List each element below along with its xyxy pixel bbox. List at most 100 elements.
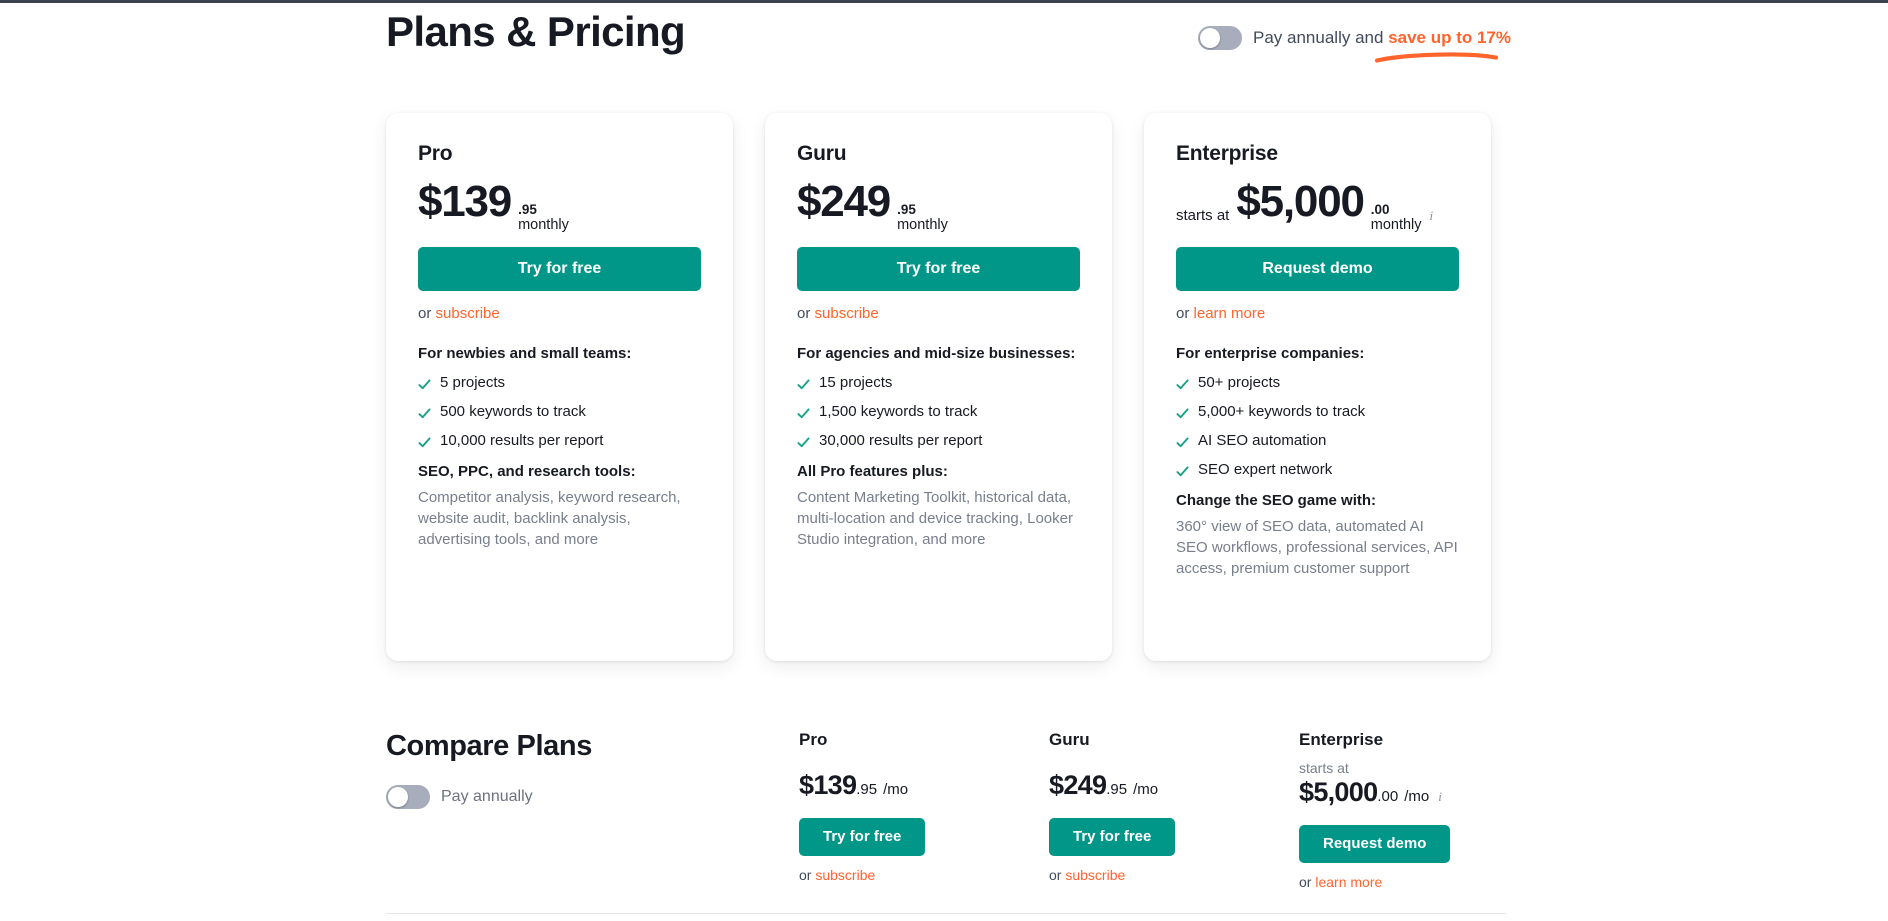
compare-plan-name: Guru: [1049, 730, 1090, 749]
compare-plan-name: Enterprise: [1299, 730, 1384, 749]
compare-plan-price: $139 .95 /mo: [799, 772, 1049, 804]
plan-card-guru: Guru $249 .95 monthly Try for free or su…: [765, 113, 1112, 661]
feature-list: 50+ projects 5,000+ keywords to track AI…: [1176, 374, 1459, 478]
checkmark-icon: [797, 379, 810, 389]
compare-price-cents: .95: [1106, 781, 1128, 798]
compare-price-amount: $249: [1049, 770, 1107, 800]
annual-savings-highlight: save up to 17%: [1388, 28, 1511, 47]
learn-more-prefix: or: [1176, 305, 1194, 322]
tools-description: Content Marketing Toolkit, historical da…: [797, 488, 1073, 549]
compare-request-demo-button[interactable]: Request demo: [1299, 825, 1451, 863]
compare-subscribe-prefix: or: [799, 867, 816, 883]
checkmark-icon: [797, 437, 810, 447]
price-amount: $139: [418, 177, 512, 226]
plan-name: Guru: [797, 142, 847, 165]
feature-label: AI SEO automation: [1198, 431, 1327, 449]
price-amount: $249: [797, 177, 891, 226]
annual-billing-toggle-group[interactable]: Pay annually and save up to 17%: [1198, 26, 1511, 63]
checkmark-icon: [1176, 437, 1189, 447]
compare-plan-columns: Pro $139 .95 /mo Try for free or subscri…: [799, 730, 1549, 890]
checkmark-icon: [1176, 379, 1189, 389]
price-cents: .95: [518, 202, 537, 217]
plan-card-pro: Pro $139 .95 monthly Try for free or sub…: [386, 113, 733, 661]
plan-cards: Pro $139 .95 monthly Try for free or sub…: [386, 113, 1491, 661]
price-cents: .95: [897, 202, 916, 217]
page-title: Plans & Pricing: [386, 8, 686, 55]
feature-label: 1,500 keywords to track: [819, 402, 978, 420]
feature-item: AI SEO automation: [1176, 432, 1459, 449]
compare-price-per: /mo: [1133, 781, 1159, 798]
tools-heading: All Pro features plus:: [797, 462, 948, 480]
annual-billing-toggle[interactable]: [1198, 26, 1242, 50]
subscribe-line: or subscribe: [797, 305, 1080, 322]
subscribe-link[interactable]: subscribe: [815, 305, 879, 322]
plan-name: Pro: [418, 142, 453, 165]
checkmark-icon: [418, 437, 431, 447]
learn-more-line: or learn more: [1176, 305, 1459, 322]
price-cents: .00: [1370, 202, 1390, 217]
feature-label: 50+ projects: [1198, 373, 1281, 391]
audience-heading: For newbies and small teams:: [418, 345, 632, 362]
price-amount: $5,000: [1236, 177, 1365, 226]
feature-label: 500 keywords to track: [440, 402, 586, 420]
compare-price-per: /mo: [1404, 788, 1430, 805]
checkmark-icon: [418, 408, 431, 418]
compare-subscribe-line: or subscribe: [799, 867, 1049, 883]
compare-learn-more-line: or learn more: [1299, 874, 1549, 890]
compare-learn-more-link[interactable]: learn more: [1315, 874, 1382, 890]
feature-item: SEO expert network: [1176, 461, 1459, 478]
compare-toggle-label: Pay annually: [441, 788, 533, 805]
checkmark-icon: [1176, 408, 1189, 418]
page-top-border: [0, 0, 1888, 3]
feature-list: 5 projects 500 keywords to track 10,000 …: [418, 374, 701, 449]
compare-annual-toggle[interactable]: [386, 785, 430, 809]
feature-label: SEO expert network: [1198, 460, 1333, 478]
audience-heading: For enterprise companies:: [1176, 345, 1365, 362]
feature-label: 30,000 results per report: [819, 431, 983, 449]
feature-label: 5 projects: [440, 373, 506, 391]
compare-try-for-free-button[interactable]: Try for free: [1049, 818, 1176, 856]
price-period: monthly: [1370, 216, 1422, 233]
price-suffix: .00 monthly: [1370, 202, 1422, 233]
try-for-free-button[interactable]: Try for free: [797, 247, 1080, 291]
compare-try-for-free-button[interactable]: Try for free: [799, 818, 926, 856]
compare-subscribe-link[interactable]: subscribe: [1065, 867, 1125, 883]
compare-price-per: /mo: [883, 781, 909, 798]
starts-at-label: starts at: [1176, 207, 1230, 224]
tools-heading: SEO, PPC, and research tools:: [418, 462, 636, 480]
checkmark-icon: [418, 379, 431, 389]
compare-column-guru: Guru $249 .95 /mo Try for free or subscr…: [1049, 730, 1299, 890]
toggle-knob: [388, 787, 408, 807]
subscribe-prefix: or: [797, 305, 815, 322]
checkmark-icon: [797, 408, 810, 418]
compare-price-amount: $139: [799, 770, 857, 800]
plan-card-enterprise: Enterprise starts at $5,000 .00 monthly …: [1144, 113, 1491, 661]
subscribe-prefix: or: [418, 305, 436, 322]
tools-heading: Change the SEO game with:: [1176, 491, 1377, 509]
price-suffix: .95 monthly: [518, 202, 569, 233]
feature-item: 500 keywords to track: [418, 403, 701, 420]
subscribe-link[interactable]: subscribe: [436, 305, 500, 322]
compare-column-pro: Pro $139 .95 /mo Try for free or subscri…: [799, 730, 1049, 890]
compare-starts-at-label: starts at: [1299, 760, 1349, 776]
feature-list: 15 projects 1,500 keywords to track 30,0…: [797, 374, 1080, 449]
compare-plan-name: Pro: [799, 730, 828, 749]
plan-price: starts at $5,000 .00 monthly i: [1176, 177, 1459, 233]
compare-price-cents: .95: [856, 781, 878, 798]
try-for-free-button[interactable]: Try for free: [418, 247, 701, 291]
plan-price: $249 .95 monthly: [797, 177, 1080, 233]
info-icon[interactable]: i: [1438, 789, 1442, 805]
info-icon[interactable]: i: [1430, 208, 1434, 224]
plan-price: $139 .95 monthly: [418, 177, 701, 233]
compare-price-cents: .00: [1377, 788, 1399, 805]
tools-description: Competitor analysis, keyword research, w…: [418, 488, 681, 549]
compare-subscribe-link[interactable]: subscribe: [815, 867, 875, 883]
request-demo-button[interactable]: Request demo: [1176, 247, 1459, 291]
compare-learn-more-prefix: or: [1299, 874, 1316, 890]
annual-billing-label: Pay annually and save up to 17%: [1253, 28, 1511, 63]
compare-price-amount: $5,000: [1299, 777, 1378, 807]
audience-heading: For agencies and mid-size businesses:: [797, 345, 1076, 362]
feature-item: 5 projects: [418, 374, 701, 391]
learn-more-link[interactable]: learn more: [1194, 305, 1266, 322]
feature-item: 5,000+ keywords to track: [1176, 403, 1459, 420]
